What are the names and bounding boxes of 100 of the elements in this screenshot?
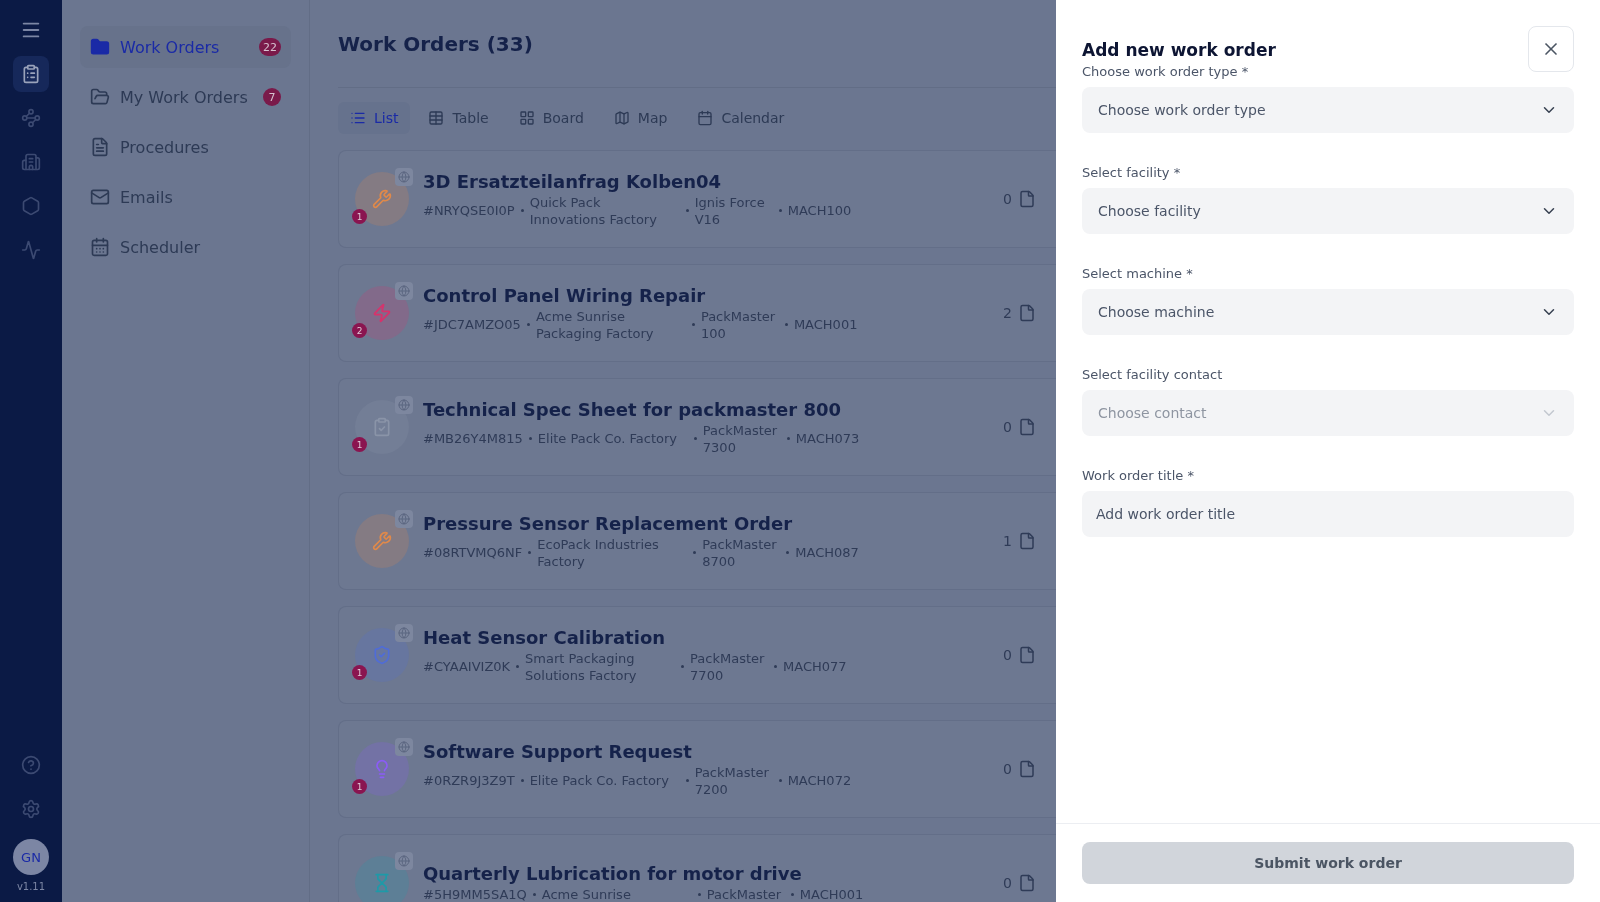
machine-name: PackMaster 7300	[702, 421, 779, 456]
globe-icon	[395, 852, 413, 870]
machine-id: MACH073	[795, 430, 860, 447]
count-badge: 7	[263, 88, 281, 106]
grid-icon	[518, 110, 535, 126]
facility-name: Elite Pack Co. Factory	[529, 772, 670, 789]
machine-id: MACH100	[787, 202, 852, 219]
folder-icon	[90, 37, 110, 57]
machine-name: Ignis Force V16	[694, 193, 766, 228]
count-badge: 1	[352, 665, 367, 680]
order-code: #JDC7AMZO05	[423, 316, 521, 333]
field-label: Select machine *	[1082, 266, 1194, 281]
sidebar-label: My Work Orders	[120, 87, 249, 107]
facility-name: EcoPack Industries Factory	[537, 535, 660, 570]
globe-icon	[395, 510, 413, 528]
version-label: v1.11	[16, 881, 46, 892]
work-order-card[interactable]: 1 Software Support Request #0RZR9J3Z9T Elite Pack Co. Factory PackMaster 7200 MACH072 0	[338, 720, 1056, 818]
facility-name: Smart Packaging Solutions Factory	[525, 649, 638, 684]
file-icon	[1018, 874, 1036, 892]
file-icon	[1018, 532, 1036, 550]
file-count: 0	[1003, 419, 1012, 435]
table-icon	[428, 110, 445, 126]
file-icon	[1018, 646, 1036, 664]
work-order-title: Heat Sensor Calibration	[423, 626, 667, 648]
view-tab[interactable]: Calendar	[685, 102, 797, 134]
facility-name: Elite Pack Co. Factory	[537, 430, 679, 447]
order-code: #NRYQSE0I0P	[423, 202, 515, 219]
select-field[interactable]: Choose work order type	[1082, 87, 1574, 133]
file-icon	[1018, 190, 1036, 208]
work-order-title: Software Support Request	[423, 740, 693, 762]
facility-name: Quick Pack Innovations Factory	[529, 193, 658, 228]
sidebar-item[interactable]: Scheduler	[80, 226, 291, 268]
view-tab[interactable]: Board	[506, 102, 596, 134]
work-order-title: Control Panel Wiring Repair	[423, 284, 707, 306]
globe-icon	[395, 282, 413, 300]
file-count: 0	[1003, 647, 1012, 663]
wrench-icon	[372, 189, 392, 209]
file-icon	[1018, 760, 1036, 778]
view-tab[interactable]: List	[338, 102, 411, 134]
view-tab[interactable]: Table	[416, 102, 501, 134]
document-icon	[90, 137, 110, 157]
work-order-card[interactable]: 1 Technical Spec Sheet for packmaster 800 #MB26Y4M815 Elite Pack Co. Factory PackMaster 7300 MACH073 0	[338, 378, 1056, 476]
file-icon	[1018, 418, 1036, 436]
work-order-card[interactable]: 2 Control Panel Wiring Repair #JDC7AMZO05 Acme Sunrise Packaging Factory PackMaster 100 MACH001 2	[338, 264, 1056, 362]
field-label: Work order title *	[1082, 468, 1195, 483]
work-order-card[interactable]: 1 Heat Sensor Calibration #CYAAIVIZ0K Smart Packaging Solutions Factory PackMaster 7700 MACH077 0	[338, 606, 1056, 704]
clipboard-icon[interactable]	[13, 56, 49, 92]
view-tab[interactable]: Map	[601, 102, 680, 134]
machine-id: MACH001	[793, 316, 858, 333]
select-field[interactable]: Choose machine	[1082, 289, 1574, 335]
order-code: #MB26Y4M815	[423, 430, 523, 447]
machine-name: PackMaster	[706, 886, 783, 902]
list-icon	[350, 110, 366, 126]
globe-icon	[395, 738, 413, 756]
close-button[interactable]	[1528, 26, 1574, 72]
select-field[interactable]: Choose facility	[1082, 188, 1574, 234]
calendar-icon	[697, 110, 714, 126]
field-label: Select facility *	[1082, 165, 1182, 180]
sidebar-item[interactable]: Emails	[80, 176, 291, 218]
sidebar-label: Emails	[120, 187, 174, 207]
user-avatar[interactable]: GN	[13, 839, 49, 875]
globe-icon	[395, 168, 413, 186]
file-count: 0	[1003, 875, 1012, 891]
count-badge: 22	[259, 38, 281, 56]
file-count: 0	[1003, 761, 1012, 777]
lightning-icon	[372, 303, 392, 323]
machine-id: MACH077	[783, 658, 847, 675]
input-field[interactable]: Add work order title	[1082, 491, 1574, 537]
wrench-icon	[372, 531, 392, 551]
map-icon	[613, 110, 630, 126]
file-count: 2	[1003, 305, 1012, 321]
count-badge: 1	[352, 779, 367, 794]
sidebar-item[interactable]: My Work Orders 7	[80, 76, 291, 118]
machine-id: MACH072	[787, 772, 852, 789]
order-code: #08RTVMQ6NF	[423, 544, 523, 561]
work-order-card[interactable]: 1 3D Ersatzteilanfrag Kolben04 #NRYQSE0I0P Quick Pack Innovations Factory Ignis Force V16 MACH100 0	[338, 150, 1056, 248]
shield-icon	[372, 645, 392, 665]
sidebar-item[interactable]: Procedures	[80, 126, 291, 168]
sidebar-label: Procedures	[120, 137, 210, 157]
work-order-card[interactable]: Pressure Sensor Replacement Order #08RTVMQ6NF EcoPack Industries Factory PackMaster 8700 MACH087 1	[338, 492, 1056, 590]
machine-name: PackMaster 7200	[694, 763, 770, 798]
hourglass-icon	[372, 873, 392, 893]
file-icon	[1018, 304, 1036, 322]
sidebar-item[interactable]: Work Orders 22	[80, 26, 291, 68]
work-order-title: Pressure Sensor Replacement Order	[423, 512, 794, 534]
calendar-icon	[90, 237, 110, 257]
folder-icon	[90, 87, 110, 107]
work-order-title: Quarterly Lubrication for motor drive	[423, 863, 803, 884]
facility-name: Acme Sunrise	[541, 886, 632, 902]
facility-name: Acme Sunrise Packaging Factory	[535, 307, 655, 342]
count-badge: 1	[352, 437, 367, 452]
mail-icon	[90, 187, 110, 207]
machine-name: PackMaster 7700	[690, 649, 766, 684]
work-order-card[interactable]: Quarterly Lubrication for motor drive #5H9MM5SA1Q Acme Sunrise PackMaster MACH001 0	[338, 834, 1056, 902]
file-count: 0	[1003, 191, 1012, 207]
globe-icon	[395, 624, 413, 642]
drawer-title: Add new work order	[1082, 40, 1276, 60]
count-badge: 1	[352, 209, 367, 224]
globe-icon	[395, 396, 413, 414]
order-code: #CYAAIVIZ0K	[423, 658, 511, 675]
